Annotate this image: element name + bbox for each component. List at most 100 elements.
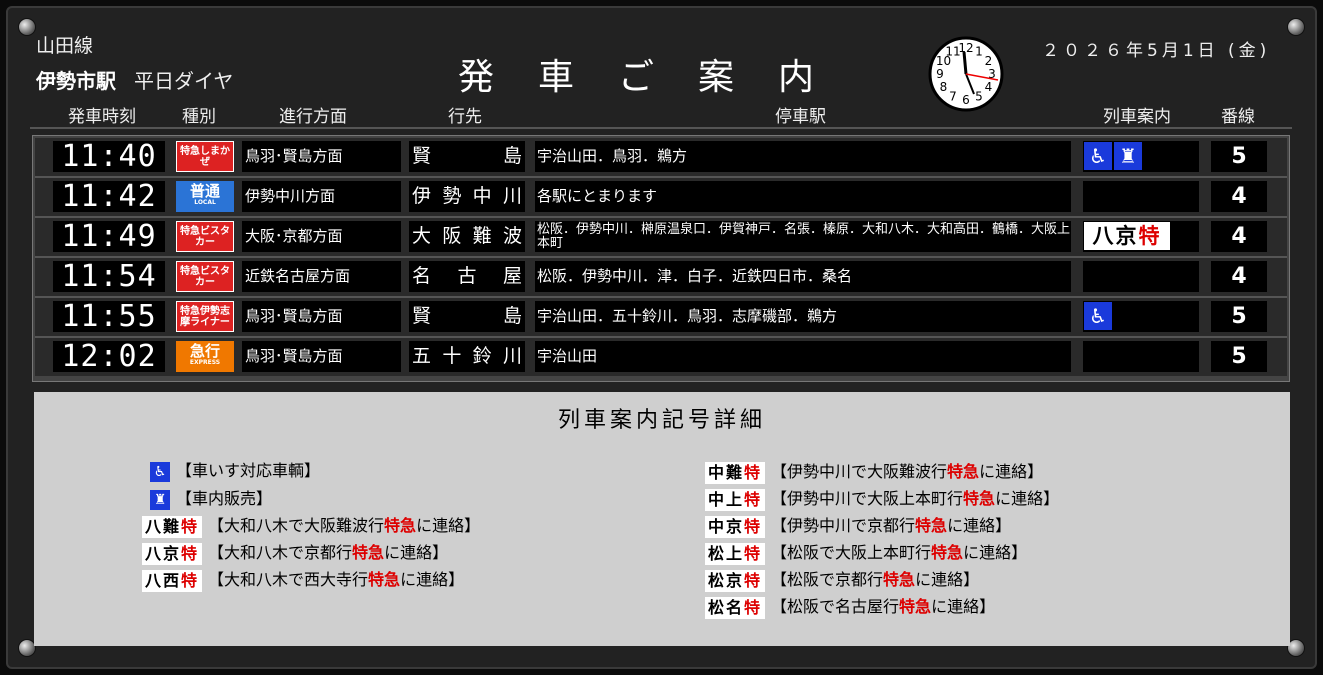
col-stops: 停車駅 <box>775 107 826 127</box>
col-track: 番線 <box>1221 107 1255 127</box>
connection-code: 八難 <box>145 516 182 536</box>
connection-badge: 八西特 <box>142 569 203 592</box>
destination: 五十鈴川 <box>409 341 525 372</box>
tokkyu-word: 特急 <box>352 543 385 562</box>
station-name: 伊勢市駅 <box>36 69 116 93</box>
legend-text: 【松阪で京都行 <box>771 570 884 589</box>
legend-item: ♜ 【車内販売】 <box>150 488 272 510</box>
connection-code: 八京 <box>145 543 182 563</box>
track-number: 5 <box>1211 141 1267 172</box>
table-row: 11:49 特急ビスタカー 大阪･京都方面 大阪難波 松阪．伊勢中川．榊原温泉口… <box>35 218 1287 258</box>
direction: 伊勢中川方面 <box>242 181 401 212</box>
legend-text: 【伊勢中川で京都行 <box>771 516 916 535</box>
table-row: 11:42 普通 LOCAL 伊勢中川方面 伊勢中川 各駅にとまります 4 <box>35 178 1287 218</box>
train-info: 八京特 <box>1083 221 1199 252</box>
clock-numeral: 6 <box>962 93 970 107</box>
train-type-label: 急行 <box>189 341 220 360</box>
shop-icon: ♜ <box>150 489 170 510</box>
stops: 松阪．伊勢中川．津．白子．近鉄四日市．桑名 <box>535 261 1071 292</box>
tokkyu-mark: 特 <box>744 462 763 482</box>
connection-code: 松京 <box>708 570 745 590</box>
train-type-label: 普通 <box>189 181 220 200</box>
clock-numeral: 1 <box>975 45 983 59</box>
date-display: ２０２６年5月1日 (金) <box>1042 41 1271 61</box>
legend-text: 【大和八木で京都行 <box>208 543 353 562</box>
legend-item: ♿ 【車いす対応車輌】 <box>150 460 320 482</box>
connection-badge: 中上特 <box>705 488 766 511</box>
track-number: 5 <box>1211 301 1267 332</box>
legend-item: 松京特 【松阪で京都行特急に連絡】 <box>705 569 980 592</box>
table-row: 12:02 急行 EXPRESS 鳥羽･賢島方面 五十鈴川 宇治山田 5 <box>35 338 1287 376</box>
divider <box>30 127 1292 129</box>
departure-time: 11:55 <box>53 301 165 332</box>
shop-icon: ♜ <box>1114 142 1142 170</box>
clock-numeral: 11 <box>945 45 960 59</box>
destination: 伊勢中川 <box>409 181 525 212</box>
train-info <box>1083 341 1199 372</box>
connection-code: 松名 <box>708 597 745 617</box>
tokkyu-word: 特急 <box>947 462 980 481</box>
col-direction: 進行方面 <box>279 107 347 127</box>
legend-text: 【伊勢中川で大阪上本町行 <box>771 489 964 508</box>
legend-text: に連絡】 <box>979 462 1044 481</box>
connection-badge: 八難特 <box>142 515 203 538</box>
destination: 名古屋 <box>409 261 525 292</box>
train-type-badge: 特急ビスタカー <box>176 261 234 292</box>
connection-badge: 八京特 <box>1084 222 1170 250</box>
departure-time: 11:40 <box>53 141 165 172</box>
clock-numeral: 2 <box>985 54 993 68</box>
train-info: ♿ ♜ <box>1083 141 1199 172</box>
line-name: 山田線 <box>36 35 94 57</box>
legend-text: 【松阪で名古屋行 <box>771 597 900 616</box>
legend-text: に連絡】 <box>963 543 1028 562</box>
tokkyu-mark: 特 <box>744 489 763 509</box>
stops: 各駅にとまります <box>535 181 1071 212</box>
table-row: 11:54 特急ビスタカー 近鉄名古屋方面 名古屋 松阪．伊勢中川．津．白子．近… <box>35 258 1287 298</box>
connection-code: 中京 <box>708 516 745 536</box>
wheelchair-icon: ♿ <box>150 461 170 482</box>
train-info <box>1083 261 1199 292</box>
connection-code: 八西 <box>145 570 182 590</box>
direction: 大阪･京都方面 <box>242 221 401 252</box>
legend-text: に連絡】 <box>915 570 980 589</box>
legend-text: 【松阪で大阪上本町行 <box>771 543 932 562</box>
direction: 近鉄名古屋方面 <box>242 261 401 292</box>
tokkyu-word: 特急 <box>963 489 996 508</box>
departure-time: 11:54 <box>53 261 165 292</box>
legend-item: 中京特 【伊勢中川で京都行特急に連絡】 <box>705 515 1011 538</box>
tokkyu-word: 特急 <box>931 543 964 562</box>
table-row: 11:40 特急しまかぜ 鳥羽･賢島方面 賢島 宇治山田．鳥羽．鵜方 ♿ ♜ 5 <box>35 138 1287 178</box>
train-type-badge: 特急ビスタカー <box>176 221 234 252</box>
train-type-badge: 特急しまかぜ <box>176 141 234 172</box>
clock-numeral: 5 <box>975 90 983 104</box>
legend-text: に連絡】 <box>931 597 996 616</box>
legend-text: 【車内販売】 <box>176 489 273 508</box>
direction: 鳥羽･賢島方面 <box>242 301 401 332</box>
track-number: 4 <box>1211 181 1267 212</box>
legend-panel: 列車案内記号詳細 ♿ 【車いす対応車輌】 ♜ 【車内販売】 八難特 【大和八木で大阪難… <box>34 392 1290 646</box>
clock-numeral: 4 <box>985 80 993 94</box>
legend-text: に連絡】 <box>384 543 449 562</box>
legend-item: 中難特 【伊勢中川で大阪難波行特急に連絡】 <box>705 461 1044 484</box>
connection-badge: 中難特 <box>705 461 766 484</box>
departure-time: 12:02 <box>53 341 165 372</box>
train-type-sub: EXPRESS <box>189 358 221 366</box>
connection-code: 八京 <box>1092 224 1139 248</box>
connection-badge: 中京特 <box>705 515 766 538</box>
col-destination: 行先 <box>448 107 482 127</box>
diagram-type: 平日ダイヤ <box>134 69 234 93</box>
stops: 宇治山田 <box>535 341 1071 372</box>
legend-item: 中上特 【伊勢中川で大阪上本町行特急に連絡】 <box>705 488 1060 511</box>
legend-text: に連絡】 <box>995 489 1060 508</box>
track-number: 4 <box>1211 221 1267 252</box>
track-number: 4 <box>1211 261 1267 292</box>
clock-icon: 12 1234567891011 <box>928 36 1004 112</box>
legend-title: 列車案内記号詳細 <box>557 408 766 433</box>
train-type-sub: LOCAL <box>194 198 216 206</box>
connection-badge: 八京特 <box>142 542 203 565</box>
legend-text: 【伊勢中川で大阪難波行 <box>771 462 948 481</box>
clock-numeral: 7 <box>949 90 957 104</box>
stops: 松阪．伊勢中川．榊原温泉口．伊賀神戸．名張．榛原．大和八木．大和高田．鶴橋．大阪… <box>535 221 1071 252</box>
train-type-badge: 急行 EXPRESS <box>176 341 234 372</box>
train-info <box>1083 181 1199 212</box>
